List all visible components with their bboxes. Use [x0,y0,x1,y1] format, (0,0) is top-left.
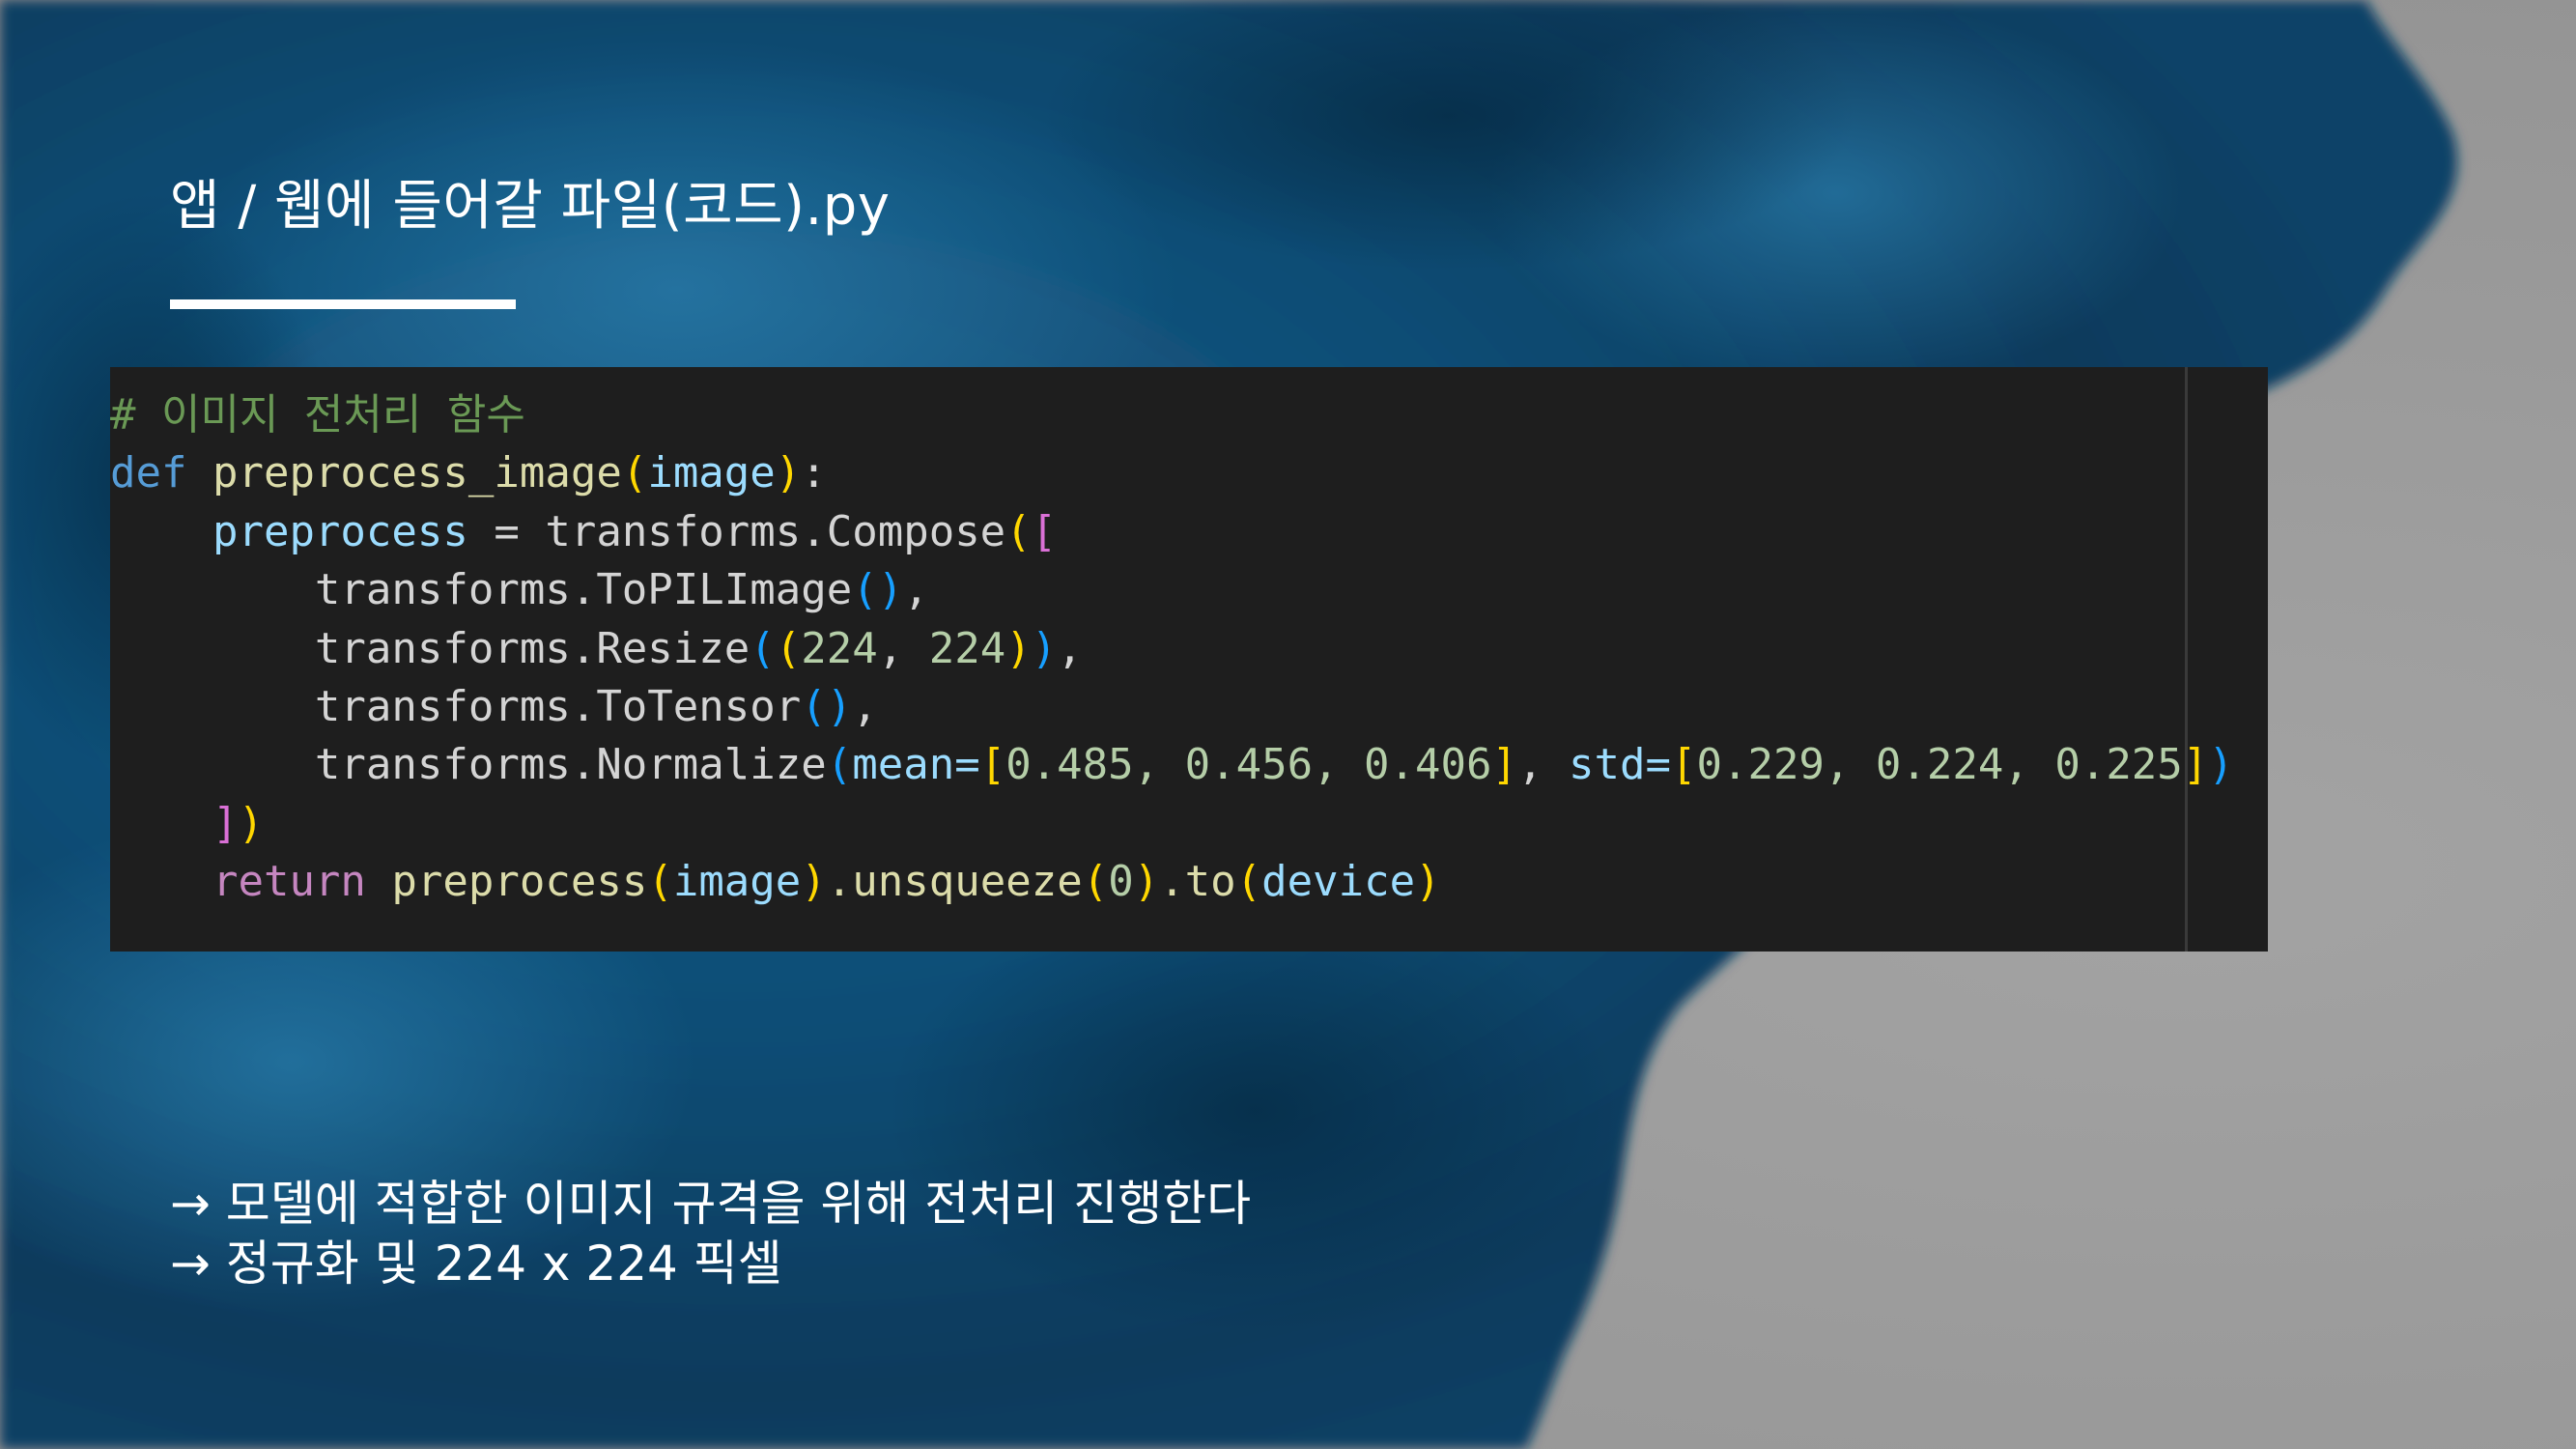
slide-title: 앱 / 웹에 들어갈 파일(코드).py [170,175,891,238]
code-line-1: # 이미지 전처리 함수 [110,386,2234,444]
resize-width: 224 [801,623,878,673]
unsqueeze-arg: 0 [1108,857,1134,907]
preprocess-var: preprocess [212,506,468,556]
title-underline [170,299,516,309]
code-line-4: transforms.ToPILImage(), [314,565,929,615]
code-line-7: transforms.Normalize(mean=[0.485, 0.456,… [314,740,2234,790]
note-line-2: → 정규화 및 224 x 224 픽셀 [170,1236,782,1292]
unsqueeze-call: .unsqueeze [826,857,1083,907]
preprocess-call: preprocess [391,857,648,907]
mean-kwarg: mean= [852,740,980,790]
def-keyword: def [110,448,187,498]
normalize-call: transforms.Normalize [314,740,827,790]
code-line-3: preprocess = transforms.Compose([ [212,506,1058,556]
code-editor-panel: # 이미지 전처리 함수 def preprocess_image(image):… [110,367,2268,952]
function-name: preprocess_image [212,448,622,498]
code-block: # 이미지 전처리 함수 def preprocess_image(image):… [110,386,2234,912]
code-comment: # 이미지 전처리 함수 [110,390,525,440]
compose-call: = transforms.Compose [467,506,1006,556]
code-line-9: return preprocess(image).unsqueeze(0).to… [212,857,1441,907]
std-kwarg: std= [1569,740,1671,790]
to-call: .to [1159,857,1236,907]
totensor-call: transforms.ToTensor [314,681,802,731]
slide-notes: → 모델에 적합한 이미지 규격을 위해 전처리 진행한다 → 정규화 및 22… [170,1174,1251,1293]
device-arg: device [1261,857,1416,907]
resize-call: transforms.Resize [314,623,750,673]
function-param: image [647,448,776,498]
code-line-6: transforms.ToTensor(), [314,681,878,731]
std-values: 0.229, 0.224, 0.225 [1696,740,2183,790]
mean-values: 0.485, 0.456, 0.406 [1005,740,1492,790]
return-keyword: return [212,857,366,907]
code-line-8: ]) [212,798,264,848]
code-line-5: transforms.Resize((224, 224)), [314,623,1083,673]
topilimage-call: transforms.ToPILImage [314,565,853,615]
note-line-1: → 모델에 적합한 이미지 규격을 위해 전처리 진행한다 [170,1176,1252,1232]
resize-height: 224 [928,623,1006,673]
preprocess-arg: image [672,857,802,907]
code-line-2: def preprocess_image(image): [110,448,827,498]
